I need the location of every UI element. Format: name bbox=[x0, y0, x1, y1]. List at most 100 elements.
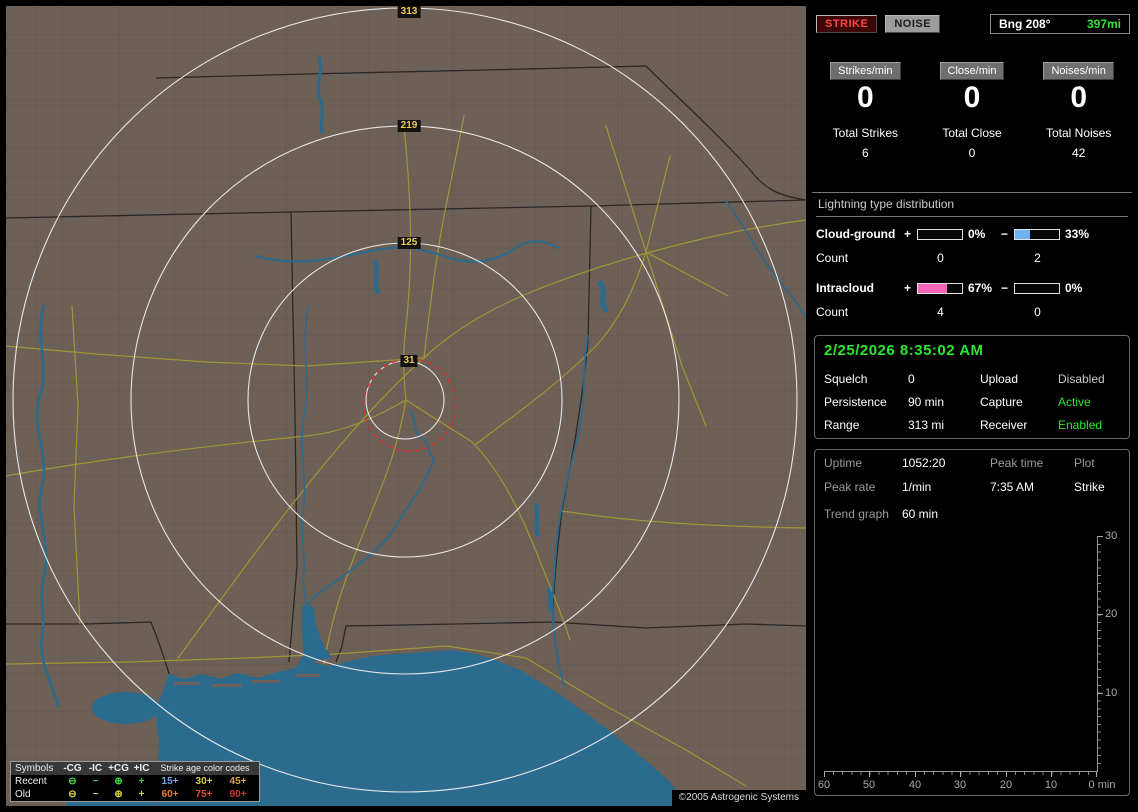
ic-minus-count: 0 bbox=[1034, 305, 1041, 319]
strikes-counter: Strikes/min 0 Total Strikes 6 bbox=[812, 62, 919, 160]
pos-cg-recent-icon: ⊕ bbox=[114, 776, 123, 787]
persistence-value: 90 min bbox=[908, 395, 945, 409]
legend-recent-row: Recent ⊖ − ⊕ + 15+ 30+ 45+ bbox=[11, 775, 259, 788]
noises-per-min-chip[interactable]: Noises/min bbox=[1043, 62, 1114, 80]
intracloud-count-row: Count 4 0 bbox=[816, 305, 1128, 319]
mode-toolbar: STRIKE NOISE Bng 208° 397mi bbox=[816, 14, 1130, 34]
total-close-label: Total Close bbox=[942, 126, 1002, 140]
trend-period-value: 60 min bbox=[902, 507, 939, 521]
distribution-title: Lightning type distribution bbox=[816, 193, 1128, 217]
close-counter: Close/min 0 Total Close 0 bbox=[919, 62, 1026, 160]
x-tick bbox=[1051, 772, 1052, 777]
x-tick-label-50: 50 bbox=[862, 779, 876, 791]
x-tick bbox=[1096, 772, 1097, 777]
bearing-value: Bng 208° bbox=[999, 17, 1051, 31]
statistics-panel: Uptime 1052:20 Peak time Plot Peak rate … bbox=[814, 449, 1130, 796]
cg-count-label: Count bbox=[816, 251, 849, 265]
intracloud-label: Intracloud bbox=[816, 281, 875, 295]
age-code-90: 90+ bbox=[229, 789, 247, 800]
neg-ic-old-icon: − bbox=[92, 789, 99, 800]
x-tick bbox=[869, 772, 870, 777]
neg-cg-old-icon: ⊖ bbox=[68, 789, 77, 800]
lightning-map[interactable]: 313 219 125 31 Symbols -CG -IC +CG +IC S… bbox=[6, 6, 806, 806]
datetime-display: 2/25/2026 8:35:02 AM bbox=[824, 342, 984, 359]
ic-plus-count: 4 bbox=[937, 305, 944, 319]
system-status-panel: 2/25/2026 8:35:02 AM Squelch 0 Upload Di… bbox=[814, 335, 1130, 439]
total-strikes-value: 6 bbox=[861, 146, 869, 160]
receiver-label: Receiver bbox=[980, 418, 1028, 432]
cg-minus-pct: 33% bbox=[1065, 227, 1090, 241]
close-per-min-value: 0 bbox=[963, 81, 981, 114]
range-ring-label-313: 313 bbox=[397, 6, 421, 18]
strikes-per-min-chip[interactable]: Strikes/min bbox=[830, 62, 901, 80]
receiver-status: Enabled bbox=[1058, 418, 1103, 432]
cg-minus-count: 2 bbox=[1034, 251, 1041, 265]
legend-col-neg-ic: -IC bbox=[88, 763, 103, 774]
trend-plot-area: 60 50 40 30 20 10 0 min 30 20 10 bbox=[818, 530, 1117, 791]
age-code-30: 30+ bbox=[195, 776, 213, 787]
x-tick bbox=[915, 772, 916, 777]
cg-plus-pct: 0% bbox=[968, 227, 986, 241]
x-tick-label-20: 20 bbox=[999, 779, 1013, 791]
bearing-distance: 397mi bbox=[1086, 17, 1121, 31]
y-tick bbox=[1098, 536, 1103, 537]
y-tick bbox=[1098, 693, 1103, 694]
peak-time-label: Peak time bbox=[990, 456, 1044, 470]
y-tick bbox=[1098, 614, 1103, 615]
cg-minus-bar bbox=[1014, 228, 1060, 240]
pos-ic-old-icon: + bbox=[138, 789, 145, 800]
neg-ic-recent-icon: − bbox=[92, 776, 99, 787]
legend-col-neg-cg: -CG bbox=[63, 763, 82, 774]
symbol-legend: Symbols -CG -IC +CG +IC Strike age color… bbox=[10, 761, 260, 802]
persistence-label: Persistence bbox=[824, 395, 887, 409]
upload-label: Upload bbox=[980, 372, 1019, 386]
x-tick-label-10: 10 bbox=[1044, 779, 1058, 791]
noises-counter: Noises/min 0 Total Noises 42 bbox=[1025, 62, 1132, 160]
pos-cg-old-icon: ⊕ bbox=[114, 789, 123, 800]
close-per-min-chip[interactable]: Close/min bbox=[939, 62, 1005, 80]
y-tick-label-20: 20 bbox=[1105, 608, 1118, 620]
plot-label: Plot bbox=[1074, 456, 1095, 470]
total-close-value: 0 bbox=[968, 146, 976, 160]
legend-header-row: Symbols -CG -IC +CG +IC Strike age color… bbox=[11, 762, 259, 775]
total-strikes-label: Total Strikes bbox=[832, 126, 899, 140]
minus-sign: − bbox=[1001, 227, 1009, 241]
noises-per-min-value: 0 bbox=[1070, 81, 1088, 114]
total-noises-label: Total Noises bbox=[1045, 126, 1112, 140]
noise-mode-button[interactable]: NOISE bbox=[885, 15, 941, 33]
strike-mode-button[interactable]: STRIKE bbox=[816, 15, 878, 33]
status-sidebar: STRIKE NOISE Bng 208° 397mi Strikes/min … bbox=[812, 6, 1132, 806]
x-tick-label-30: 30 bbox=[953, 779, 967, 791]
cg-plus-count: 0 bbox=[937, 251, 944, 265]
age-code-75: 75+ bbox=[195, 789, 213, 800]
trend-graph: 60 50 40 30 20 10 0 min 30 20 10 bbox=[818, 530, 1124, 796]
trend-graph-row: Trend graph 60 min bbox=[824, 507, 1120, 521]
age-code-15: 15+ bbox=[161, 776, 179, 787]
plus-sign: + bbox=[904, 281, 912, 295]
intracloud-row: Intracloud + 67% − 0% bbox=[816, 281, 1128, 295]
peak-rate-label: Peak rate bbox=[824, 480, 876, 494]
ic-minus-pct: 0% bbox=[1065, 281, 1083, 295]
peak-rate-value: 1/min bbox=[902, 480, 932, 494]
legend-old-label: Old bbox=[15, 789, 31, 800]
x-tick-label-60: 60 bbox=[817, 779, 831, 791]
bearing-readout: Bng 208° 397mi bbox=[990, 14, 1130, 34]
capture-status: Active bbox=[1058, 395, 1091, 409]
ic-count-label: Count bbox=[816, 305, 849, 319]
x-tick bbox=[1006, 772, 1007, 777]
settings-grid: Squelch 0 Upload Disabled Persistence 90… bbox=[824, 372, 1120, 432]
cloud-ground-count-row: Count 0 2 bbox=[816, 251, 1128, 265]
strikes-per-min-value: 0 bbox=[856, 81, 874, 114]
upload-status: Disabled bbox=[1058, 372, 1105, 386]
minus-sign: − bbox=[1001, 281, 1009, 295]
rate-counters: Strikes/min 0 Total Strikes 6 Close/min … bbox=[812, 62, 1132, 160]
x-tick-label-40: 40 bbox=[908, 779, 922, 791]
x-tick bbox=[960, 772, 961, 777]
squelch-value: 0 bbox=[908, 372, 915, 386]
ic-plus-bar-fill bbox=[918, 283, 948, 293]
cloud-ground-row: Cloud-ground + 0% − 33% bbox=[816, 227, 1128, 241]
squelch-label: Squelch bbox=[824, 372, 868, 386]
stats-grid: Uptime 1052:20 Peak time Plot Peak rate … bbox=[824, 456, 1120, 494]
age-code-45: 45+ bbox=[229, 776, 247, 787]
plot-value: Strike bbox=[1074, 480, 1105, 494]
